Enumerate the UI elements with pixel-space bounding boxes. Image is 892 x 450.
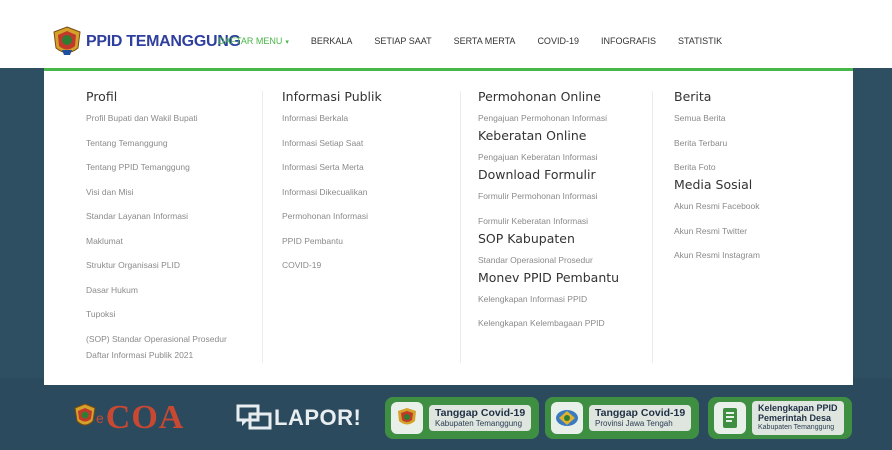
menu-link[interactable]: Standar Operasional Prosedur bbox=[478, 254, 619, 266]
menu-link[interactable]: Permohonan Informasi bbox=[282, 210, 382, 222]
menu-link[interactable]: Formulir Permohonan Informasi bbox=[478, 190, 619, 202]
menu-link[interactable]: Tupoksi bbox=[86, 308, 227, 320]
nav-serta-merta[interactable]: SERTA MERTA bbox=[454, 36, 516, 46]
chevron-down-icon: ▾ bbox=[285, 39, 289, 46]
menu-link[interactable]: Berita Foto bbox=[674, 161, 760, 173]
menu-link[interactable]: Informasi Setiap Saat bbox=[282, 137, 382, 149]
document-icon bbox=[714, 402, 746, 434]
covid-provinsi-banner[interactable]: Tanggap Covid-19 Provinsi Jawa Tengah bbox=[545, 394, 700, 442]
menu-link[interactable]: Visi dan Misi bbox=[86, 186, 227, 198]
menu-heading-informasi-publik: Informasi Publik bbox=[282, 89, 382, 104]
menu-link[interactable]: Dasar Hukum bbox=[86, 284, 227, 296]
menu-link[interactable]: Daftar Informasi Publik 2021 bbox=[86, 349, 227, 361]
lapor-banner[interactable]: LAPOR! bbox=[236, 394, 361, 442]
menu-link[interactable]: Akun Resmi Twitter bbox=[674, 225, 760, 237]
temanggung-emblem-icon bbox=[74, 403, 96, 426]
ecoa-e-text: e bbox=[96, 410, 104, 426]
covid-kab-title: Tanggap Covid-19 bbox=[435, 407, 526, 419]
covid-kab-subtitle: Kabupaten Temanggung bbox=[435, 419, 523, 428]
menu-subheading-download-formulir: Download Formulir bbox=[478, 167, 596, 182]
menu-subheading-media-sosial: Media Sosial bbox=[674, 177, 753, 192]
menu-heading-berita: Berita bbox=[674, 89, 712, 104]
menu-subheading-keberatan-online: Keberatan Online bbox=[478, 128, 587, 143]
menu-heading-permohonan-online: Permohonan Online bbox=[478, 89, 601, 104]
site-header: PPID TEMANGGUNG DAFTAR MENU ▾ BERKALA SET… bbox=[0, 0, 892, 68]
menu-link[interactable]: Formulir Keberatan Informasi bbox=[478, 215, 619, 227]
menu-column-berita: Berita Semua Berita Berita Terbaru Berit… bbox=[674, 89, 760, 274]
menu-link[interactable]: Informasi Dikecualikan bbox=[282, 186, 382, 198]
menu-column-permohonan-online: Permohonan Online Pengajuan Permohonan I… bbox=[478, 89, 619, 342]
menu-link[interactable]: Maklumat bbox=[86, 235, 227, 247]
lapor-logo-icon bbox=[236, 404, 272, 430]
column-divider bbox=[460, 91, 461, 363]
nav-statistik[interactable]: STATISTIK bbox=[678, 36, 722, 46]
menu-link[interactable]: Tentang Temanggung bbox=[86, 137, 227, 149]
menu-link[interactable]: PPID Pembantu bbox=[282, 235, 382, 247]
menu-link[interactable]: Akun Resmi Facebook bbox=[674, 200, 760, 212]
menu-subheading-monev-ppid: Monev PPID Pembantu bbox=[478, 269, 620, 285]
menu-link[interactable]: Kelengkapan Informasi PPID bbox=[478, 293, 619, 305]
jateng-emblem-icon bbox=[551, 402, 583, 434]
menu-link[interactable]: Struktur Organisasi PLID bbox=[86, 259, 227, 271]
temanggung-emblem-icon bbox=[53, 26, 81, 55]
menu-link[interactable]: (SOP) Standar Operasional Prosedur bbox=[86, 333, 227, 345]
nav-berkala[interactable]: BERKALA bbox=[311, 36, 353, 46]
menu-subheading-sop-kabupaten: SOP Kabupaten bbox=[478, 230, 575, 246]
nav-daftar-menu[interactable]: DAFTAR MENU ▾ bbox=[218, 36, 289, 46]
menu-link[interactable]: Akun Resmi Instagram bbox=[674, 249, 760, 261]
menu-link[interactable]: Tentang PPID Temanggung bbox=[86, 161, 227, 173]
menu-link[interactable]: Informasi Berkala bbox=[282, 112, 382, 124]
nav-infografis[interactable]: INFOGRAFIS bbox=[601, 36, 656, 46]
menu-link[interactable]: Pengajuan Keberatan Informasi bbox=[478, 151, 619, 163]
ppid-desa-subtitle: Kabupaten Temanggung bbox=[758, 424, 835, 431]
menu-link[interactable]: Kelengkapan Kelembagaan PPID bbox=[478, 317, 619, 329]
ppid-desa-title-line2: Pemerintah Desa bbox=[758, 413, 832, 423]
menu-column-informasi-publik: Informasi Publik Informasi Berkala Infor… bbox=[282, 89, 382, 284]
ppid-desa-banner[interactable]: Kelengkapan PPID Pemerintah Desa Kabupat… bbox=[708, 394, 852, 442]
banner-strip: e COA LAPOR! Tanggap Covid-19 Kabupaten … bbox=[0, 388, 892, 450]
menu-link[interactable]: Pengajuan Permohonan Informasi bbox=[478, 112, 619, 124]
ecoa-text: COA bbox=[105, 399, 185, 436]
menu-link[interactable]: Informasi Serta Merta bbox=[282, 161, 382, 173]
nav-setiap-saat[interactable]: SETIAP SAAT bbox=[374, 36, 431, 46]
menu-link[interactable]: Semua Berita bbox=[674, 112, 760, 124]
site-logo[interactable]: PPID TEMANGGUNG bbox=[52, 26, 241, 58]
menu-heading-profil: Profil bbox=[86, 89, 118, 104]
covid-prov-title: Tanggap Covid-19 bbox=[595, 407, 686, 419]
menu-link[interactable]: Profil Bupati dan Wakil Bupati bbox=[86, 112, 227, 124]
column-divider bbox=[262, 91, 263, 363]
covid-kabupaten-banner[interactable]: Tanggap Covid-19 Kabupaten Temanggung bbox=[385, 394, 540, 442]
column-divider bbox=[652, 91, 653, 363]
ppid-desa-title-line1: Kelengkapan PPID bbox=[758, 403, 838, 413]
lapor-text: LAPOR! bbox=[274, 405, 362, 430]
menu-link[interactable]: Standar Layanan Informasi bbox=[86, 210, 227, 222]
kabupaten-emblem-icon bbox=[391, 402, 423, 434]
nav-covid-19[interactable]: COVID-19 bbox=[537, 36, 579, 46]
menu-link[interactable]: COVID-19 bbox=[282, 259, 382, 271]
nav-daftar-menu-label: DAFTAR MENU bbox=[218, 36, 283, 46]
ecoa-banner[interactable]: e COA bbox=[74, 394, 184, 442]
main-nav: DAFTAR MENU ▾ BERKALA SETIAP SAAT SERTA M… bbox=[218, 36, 744, 46]
mega-menu-dropdown: Profil Profil Bupati dan Wakil Bupati Te… bbox=[44, 68, 853, 385]
menu-column-profil: Profil Profil Bupati dan Wakil Bupati Te… bbox=[86, 89, 227, 373]
covid-prov-subtitle: Provinsi Jawa Tengah bbox=[595, 419, 673, 428]
menu-link[interactable]: Berita Terbaru bbox=[674, 137, 760, 149]
